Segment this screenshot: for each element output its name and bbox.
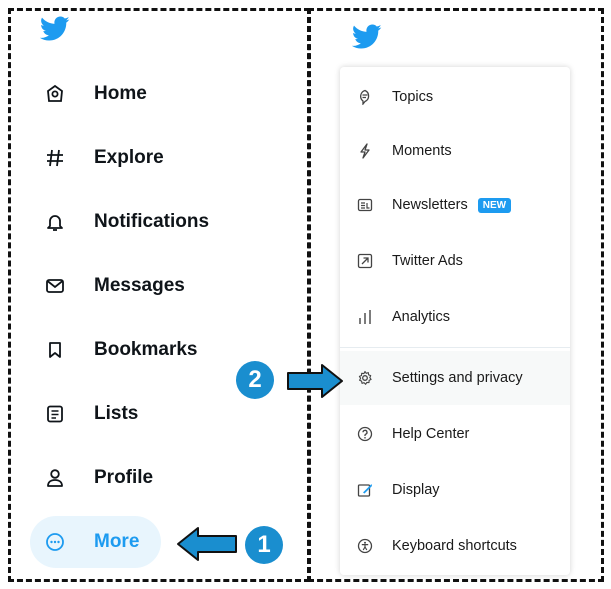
list-icon	[44, 403, 66, 425]
gear-icon	[356, 369, 374, 387]
menu-item-display[interactable]: Display	[340, 463, 570, 517]
step-2-badge: 2	[236, 361, 274, 399]
newsletter-icon	[356, 196, 374, 214]
nav-item-messages[interactable]: Messages	[30, 260, 185, 312]
nav-label-profile: Profile	[94, 467, 154, 488]
step-1-badge: 1	[245, 526, 283, 564]
nav-label-lists: Lists	[94, 403, 139, 424]
nav-item-lists[interactable]: Lists	[30, 388, 138, 440]
menu-divider	[340, 347, 570, 348]
nav-item-notifications[interactable]: Notifications	[30, 196, 209, 248]
twitter-logo-icon[interactable]	[40, 16, 70, 42]
bookmark-icon	[44, 339, 66, 361]
menu-item-moments[interactable]: Moments	[340, 124, 570, 178]
display-icon	[356, 481, 374, 499]
nav-item-home[interactable]: Home	[30, 68, 147, 120]
more-menu: Topics Moments Newsletters NEW Twitter A…	[340, 67, 570, 575]
person-icon	[44, 467, 66, 489]
menu-label-keyboard-shortcuts: Keyboard shortcuts	[392, 538, 517, 554]
menu-label-newsletters: Newsletters	[392, 197, 468, 213]
lightning-icon	[356, 142, 374, 160]
menu-item-settings-and-privacy[interactable]: Settings and privacy	[340, 351, 570, 405]
envelope-icon	[44, 275, 66, 297]
twitter-logo-icon-right[interactable]	[352, 24, 382, 50]
nav-item-bookmarks[interactable]: Bookmarks	[30, 324, 198, 376]
menu-item-help-center[interactable]: Help Center	[340, 407, 570, 461]
topics-icon	[356, 88, 374, 106]
menu-label-analytics: Analytics	[392, 309, 451, 325]
hashtag-icon	[44, 147, 66, 169]
menu-label-topics: Topics	[392, 89, 434, 105]
accessibility-icon	[356, 537, 374, 555]
menu-label-display: Display	[392, 482, 440, 498]
nav-label-more: More	[94, 531, 140, 552]
nav-label-explore: Explore	[94, 147, 164, 168]
nav-label-notifications: Notifications	[94, 211, 210, 232]
nav-item-explore[interactable]: Explore	[30, 132, 164, 184]
nav-label-messages: Messages	[94, 275, 185, 296]
bell-icon	[44, 211, 66, 233]
nav-label-home: Home	[94, 83, 147, 104]
more-circle-icon	[44, 531, 66, 553]
external-arrow-icon	[356, 252, 374, 270]
bar-chart-icon	[356, 308, 374, 326]
menu-label-moments: Moments	[392, 143, 452, 159]
new-badge: NEW	[477, 197, 512, 213]
menu-item-analytics[interactable]: Analytics	[340, 290, 570, 344]
step-1-arrow-icon	[177, 527, 237, 561]
menu-label-twitter-ads: Twitter Ads	[392, 253, 463, 269]
menu-item-keyboard-shortcuts[interactable]: Keyboard shortcuts	[340, 519, 570, 573]
question-icon	[356, 425, 374, 443]
home-icon	[44, 83, 66, 105]
menu-item-newsletters[interactable]: Newsletters NEW	[340, 178, 570, 232]
menu-item-topics[interactable]: Topics	[340, 70, 570, 124]
menu-label-settings-and-privacy: Settings and privacy	[392, 370, 523, 386]
nav-label-bookmarks: Bookmarks	[94, 339, 198, 360]
nav-item-more[interactable]: More	[30, 516, 162, 568]
menu-label-help-center: Help Center	[392, 426, 470, 442]
nav-item-profile[interactable]: Profile	[30, 452, 153, 504]
menu-item-twitter-ads[interactable]: Twitter Ads	[340, 234, 570, 288]
step-2-arrow-icon	[287, 364, 343, 398]
